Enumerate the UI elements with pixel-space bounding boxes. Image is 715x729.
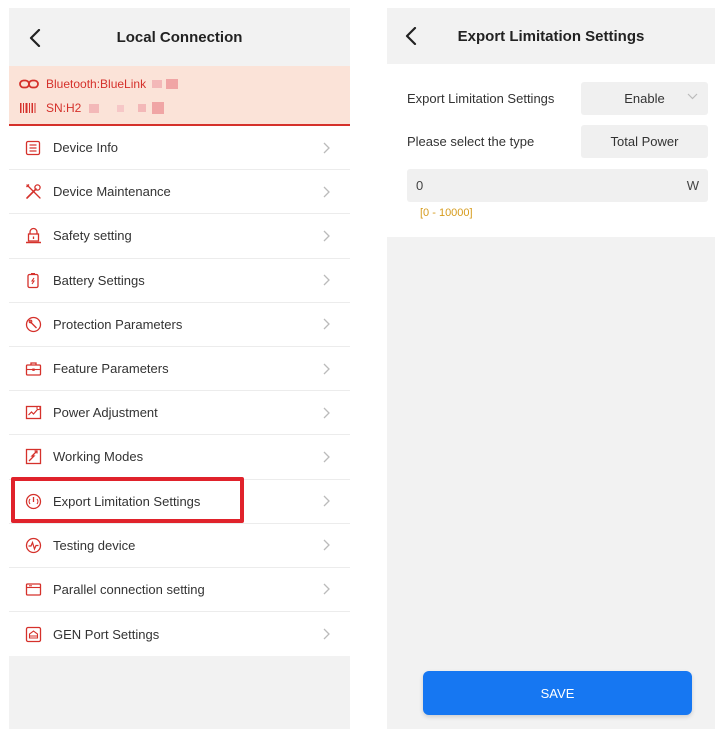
serial-number: SN:H2 <box>46 101 82 115</box>
power-limit-input[interactable] <box>416 178 616 193</box>
chevron-right-icon <box>323 186 330 198</box>
serial-line: SN:H2 <box>19 98 340 118</box>
link-icon <box>19 77 39 91</box>
left-header: Local Connection <box>9 8 350 66</box>
local-connection-screen: Local Connection Bluetooth:BlueLink SN:H… <box>9 8 350 729</box>
menu-item-export-limitation-settings[interactable]: Export Limitation Settings <box>9 480 350 524</box>
type-label: Please select the type <box>407 134 535 149</box>
redacted-block <box>138 104 147 112</box>
back-button[interactable] <box>23 24 47 52</box>
menu-item-label: Export Limitation Settings <box>53 493 201 509</box>
menu-item-label: Safety setting <box>53 228 132 244</box>
chevron-right-icon <box>323 142 330 154</box>
power-limit-field[interactable]: W <box>407 169 708 202</box>
export-limit-icon <box>23 491 43 511</box>
connection-banner: Bluetooth:BlueLink SN:H2 <box>9 66 350 126</box>
menu-item-label: Working Modes <box>53 449 144 465</box>
menu-item-device-info[interactable]: Device Info <box>9 126 350 171</box>
chevron-left-icon <box>29 29 41 47</box>
chevron-left-icon <box>405 27 417 45</box>
redacted-block <box>152 102 165 114</box>
settings-menu: Device Info Device Maintenance Safety se… <box>9 126 350 657</box>
export-limit-value: Enable <box>624 91 665 106</box>
menu-item-label: Device Maintenance <box>53 184 171 200</box>
export-limitation-screen: Export Limitation Settings Export Limita… <box>387 8 715 729</box>
chevron-right-icon <box>323 363 330 374</box>
type-value: Total Power <box>610 134 679 149</box>
export-limit-label: Export Limitation Settings <box>407 91 555 106</box>
menu-item-power-adjustment[interactable]: Power Adjustment <box>9 391 350 436</box>
range-hint: [0 - 10000] <box>420 207 473 219</box>
protection-icon <box>23 314 43 334</box>
save-button[interactable]: SAVE <box>423 671 692 715</box>
menu-item-protection-parameters[interactable]: Protection Parameters <box>9 303 350 347</box>
menu-item-label: Feature Parameters <box>53 361 169 377</box>
menu-item-label: Parallel connection setting <box>53 581 205 597</box>
parallel-card-icon <box>23 579 43 599</box>
menu-item-device-maintenance[interactable]: Device Maintenance <box>9 170 350 215</box>
chevron-right-icon <box>323 230 330 242</box>
bluetooth-name: Bluetooth:BlueLink <box>46 77 147 91</box>
menu-item-battery-settings[interactable]: Battery Settings <box>9 259 350 303</box>
briefcase-icon <box>23 359 43 379</box>
chevron-right-icon <box>323 495 330 507</box>
test-pulse-icon <box>23 535 43 555</box>
redacted-block <box>152 80 163 88</box>
type-select[interactable]: Total Power <box>581 125 708 158</box>
gen-port-icon <box>23 624 43 644</box>
chevron-right-icon <box>323 274 330 286</box>
redacted-block <box>117 104 125 112</box>
page-title: Local Connection <box>116 28 243 46</box>
back-button[interactable] <box>399 22 423 50</box>
menu-item-feature-parameters[interactable]: Feature Parameters <box>9 347 350 392</box>
right-header: Export Limitation Settings <box>387 8 715 64</box>
chevron-right-icon <box>323 318 330 330</box>
barcode-icon <box>19 101 39 115</box>
chevron-down-icon <box>687 93 698 100</box>
chevron-right-icon <box>323 407 330 419</box>
chevron-right-icon <box>323 539 330 551</box>
document-list-icon <box>23 138 43 158</box>
export-limit-row: Export Limitation Settings Enable <box>407 77 708 120</box>
menu-item-label: Battery Settings <box>53 272 145 288</box>
redacted-block <box>89 103 100 113</box>
export-limitation-form: Export Limitation Settings Enable Please… <box>387 64 715 237</box>
page-title: Export Limitation Settings <box>457 27 645 45</box>
menu-item-safety-setting[interactable]: Safety setting <box>9 214 350 259</box>
export-limit-select[interactable]: Enable <box>581 82 708 115</box>
safety-lock-icon <box>23 226 43 246</box>
power-chart-icon <box>23 403 43 423</box>
chevron-right-icon <box>323 451 330 463</box>
menu-item-working-modes[interactable]: Working Modes <box>9 435 350 480</box>
bluetooth-line: Bluetooth:BlueLink <box>19 74 340 94</box>
type-row: Please select the type Total Power <box>407 120 708 163</box>
menu-item-label: Device Info <box>53 140 119 156</box>
menu-item-label: Protection Parameters <box>53 316 183 332</box>
menu-item-parallel-connection-setting[interactable]: Parallel connection setting <box>9 568 350 613</box>
battery-icon <box>23 270 43 290</box>
menu-item-testing-device[interactable]: Testing device <box>9 524 350 568</box>
menu-item-label: Testing device <box>53 537 136 553</box>
menu-item-gen-port-settings[interactable]: GEN Port Settings <box>9 612 350 656</box>
power-unit: W <box>686 178 699 193</box>
mode-switch-icon <box>23 447 43 467</box>
menu-item-label: Power Adjustment <box>53 405 158 421</box>
chevron-right-icon <box>323 584 330 595</box>
redacted-block <box>166 79 179 89</box>
chevron-right-icon <box>323 628 330 640</box>
menu-item-label: GEN Port Settings <box>53 626 160 642</box>
wrench-tools-icon <box>23 182 43 202</box>
